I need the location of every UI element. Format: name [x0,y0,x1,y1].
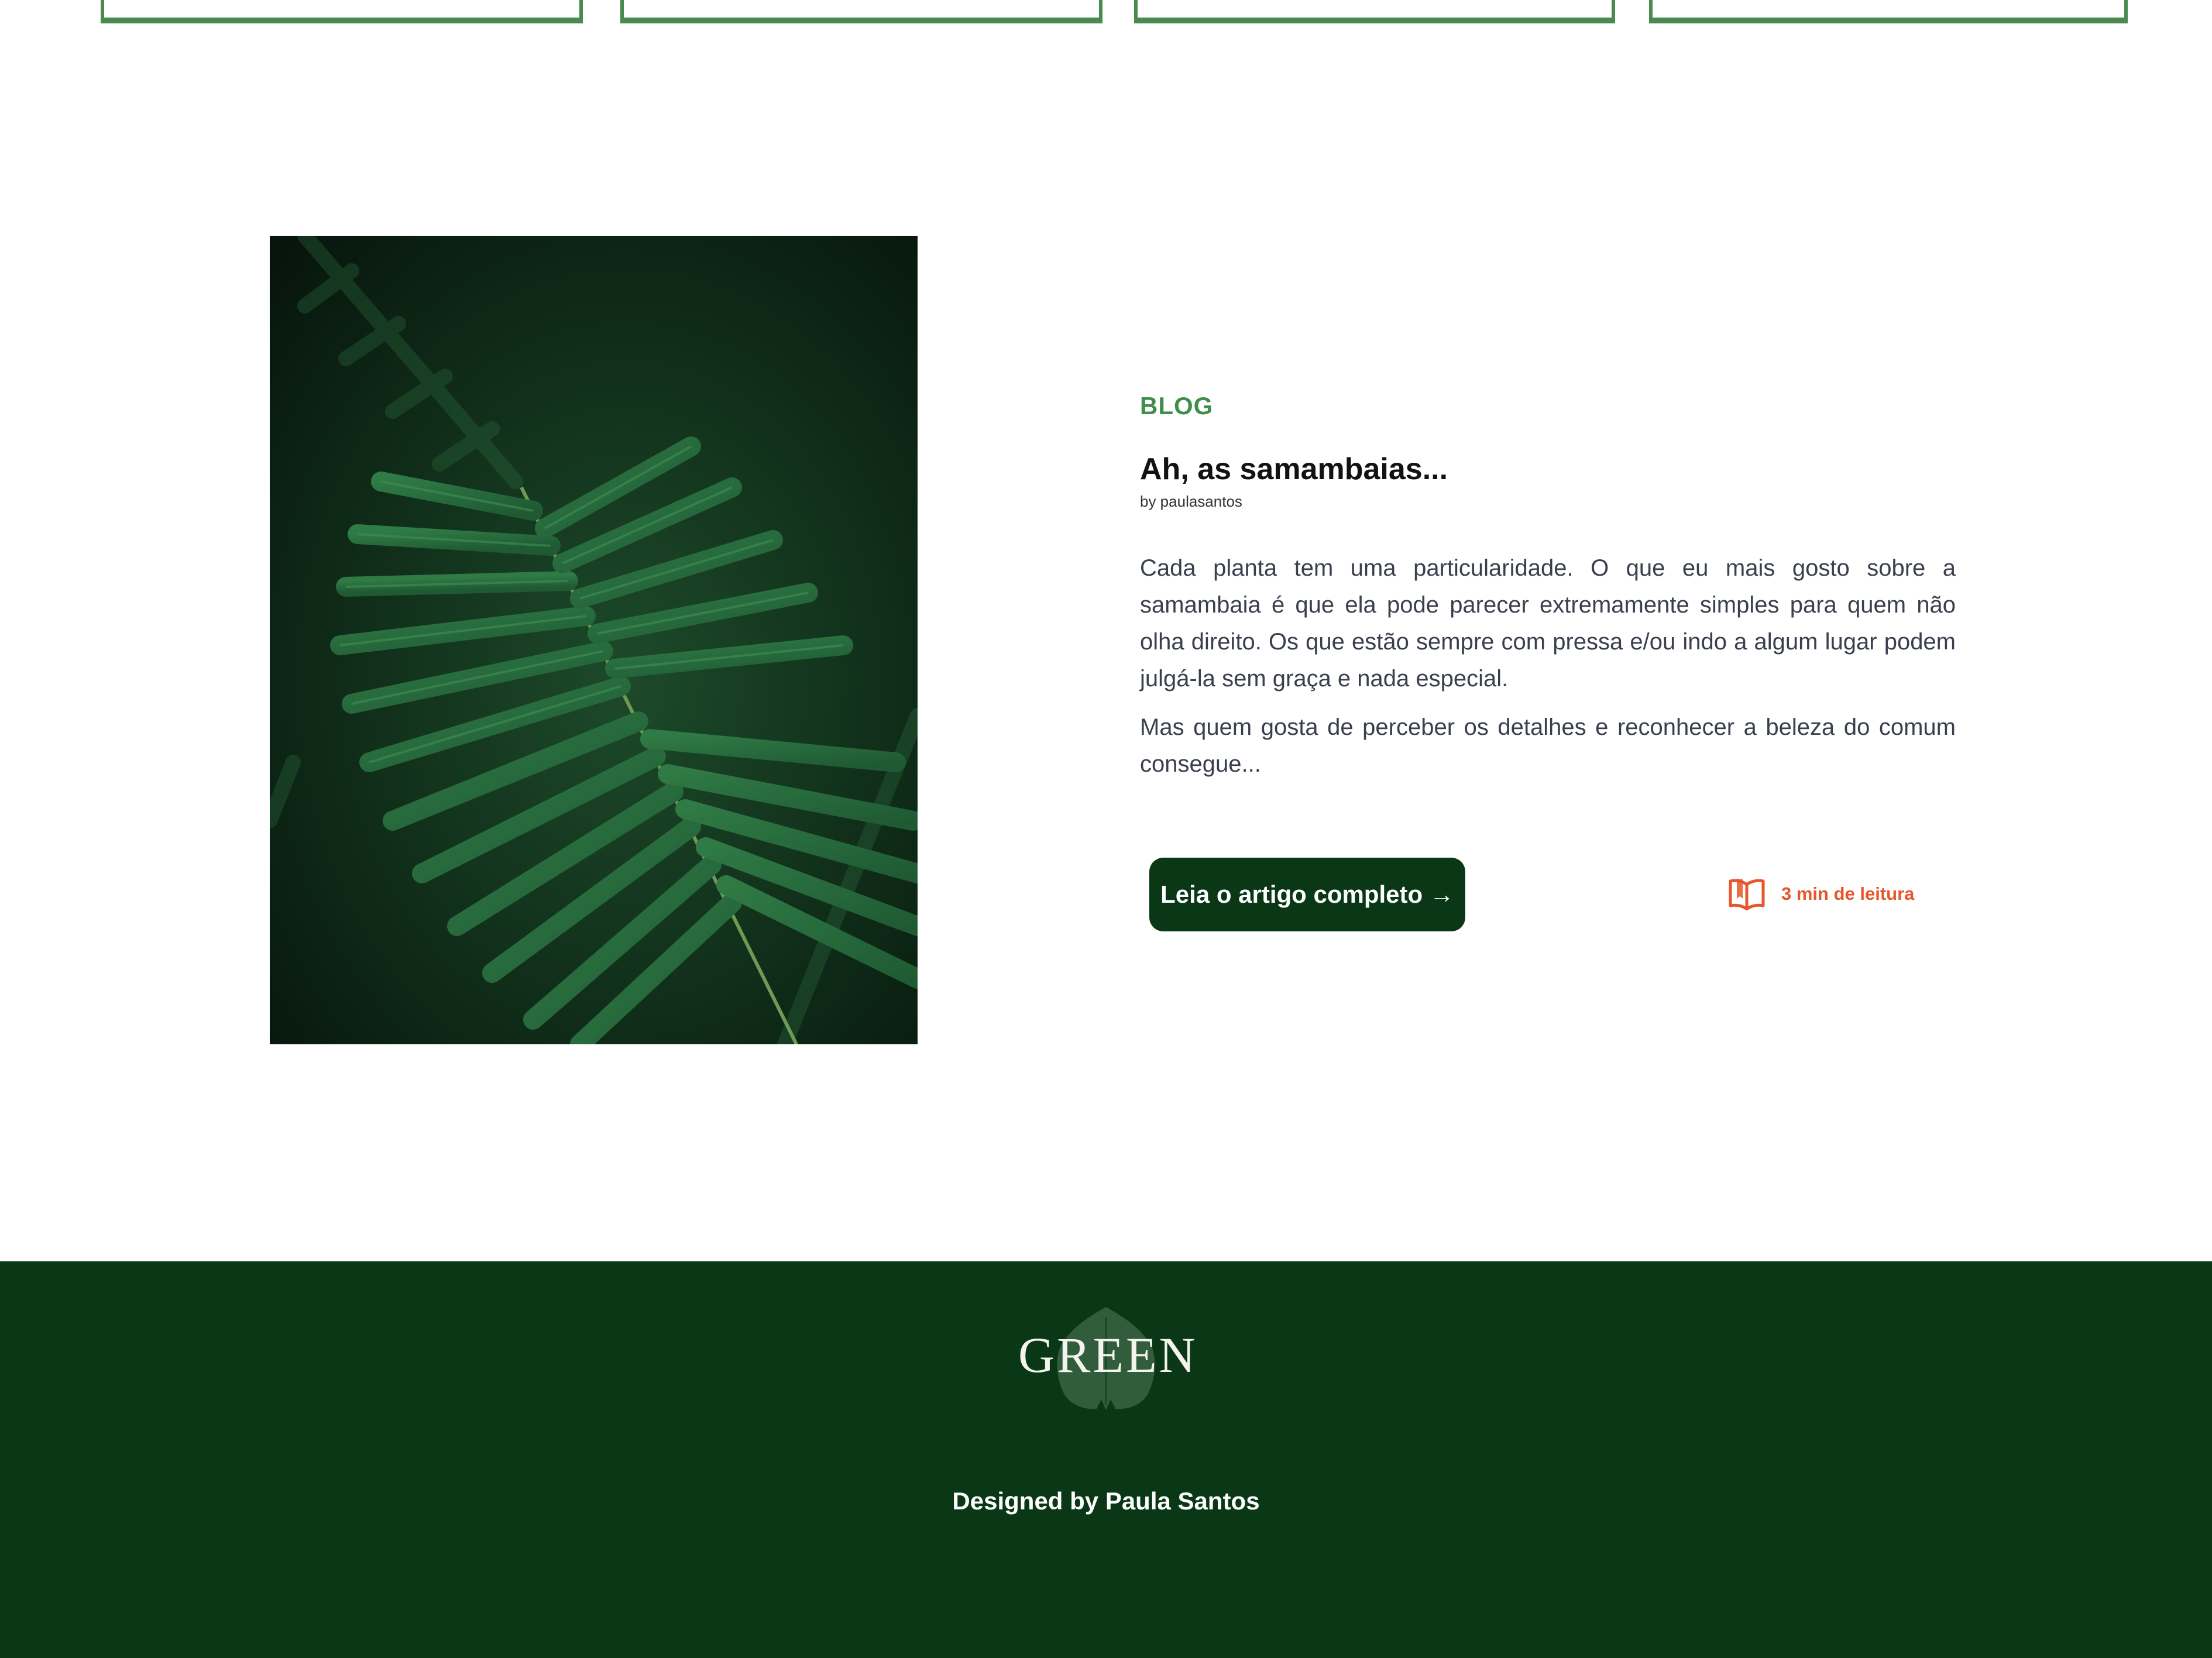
top-card-1[interactable] [101,0,583,23]
read-time-info: 3 min de leitura [1729,878,1914,910]
footer-logo[interactable]: GREEN [1018,1302,1198,1413]
read-time-label: 3 min de leitura [1781,883,1915,904]
top-card-4[interactable] [1649,0,2128,23]
page: BLOG Ah, as samambaias... by paulasantos… [0,0,2212,1658]
top-card-2[interactable] [620,0,1102,23]
article-excerpt: Cada planta tem uma particularidade. O q… [1140,550,1956,794]
top-card-3[interactable] [1134,0,1615,23]
fern-photo [270,236,918,1044]
excerpt-paragraph-2: Mas quem gosta de perceber os detalhes e… [1140,714,1956,777]
footer-credit: Designed by Paula Santos [952,1487,1260,1515]
open-book-icon [1729,879,1765,910]
fern-image [270,236,918,1044]
category-label[interactable]: BLOG [1140,392,1213,420]
article-title[interactable]: Ah, as samambaias... [1140,452,1448,487]
logo-text: GREEN [1018,1327,1198,1383]
read-full-article-button[interactable]: Leia o artigo completo → [1149,858,1465,931]
article-author: by paulasantos [1140,493,1242,510]
excerpt-paragraph-1: Cada planta tem uma particularidade. O q… [1140,555,1956,692]
